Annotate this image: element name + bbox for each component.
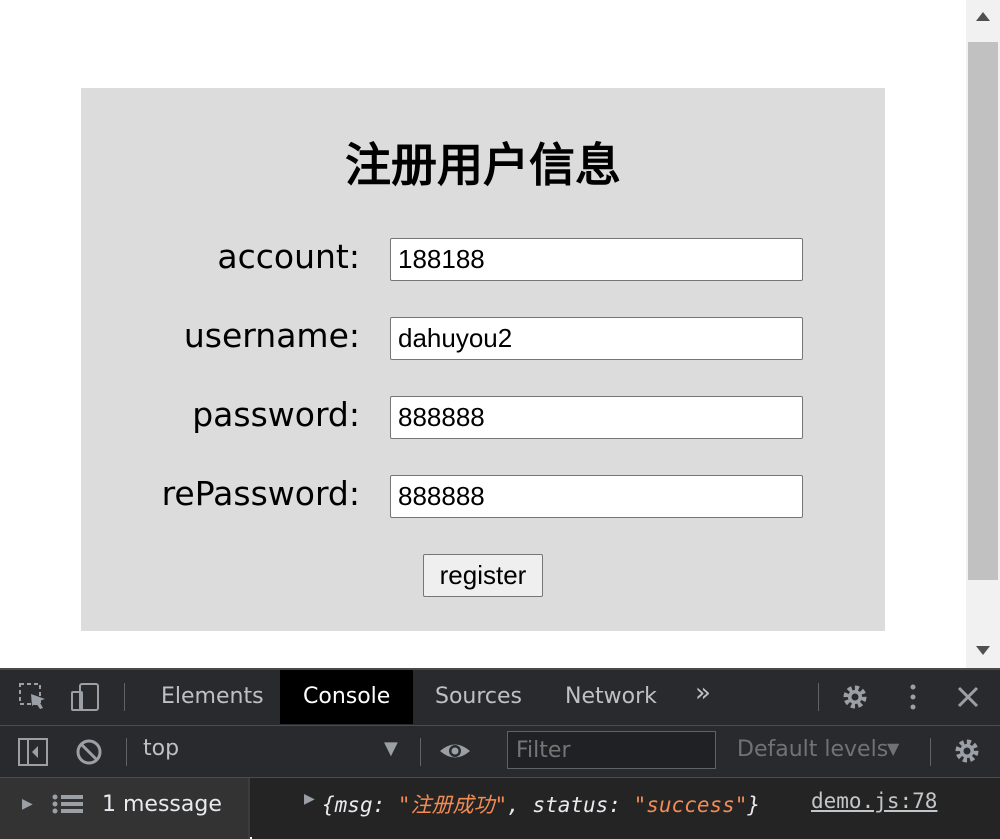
log-object-preview[interactable]: {msg: "注册成功", status: "success"} [322, 789, 760, 819]
log-value-status: "success" [633, 793, 748, 817]
more-tabs-icon[interactable]: » [695, 678, 711, 708]
username-field[interactable] [390, 317, 803, 360]
form-title: 注册用户信息 [345, 138, 621, 192]
settings-gear-icon[interactable] [840, 682, 870, 716]
devtools-tabbar: Elements Console Sources Network » [0, 670, 1000, 726]
levels-chevron-icon[interactable]: ▼ [887, 739, 899, 758]
close-icon[interactable] [956, 685, 980, 713]
sidebar-toggle-icon[interactable] [18, 738, 48, 770]
default-levels-dropdown[interactable]: Default levels [737, 737, 888, 762]
expand-triangle-icon[interactable]: ▶ [22, 796, 33, 812]
scroll-up-icon[interactable] [976, 12, 990, 21]
username-label: username: [183, 316, 360, 355]
clear-console-icon[interactable] [75, 738, 103, 770]
tab-sources[interactable]: Sources [412, 670, 545, 724]
password-field[interactable] [390, 396, 803, 439]
source-link[interactable]: demo.js:78 [811, 789, 937, 813]
log-key-status: status: [532, 793, 634, 817]
repassword-label: rePassword: [161, 474, 360, 513]
log-separator: , [507, 793, 533, 817]
log-value-msg: "注册成功" [397, 793, 508, 817]
account-field[interactable] [390, 238, 803, 281]
chevron-down-icon[interactable]: ▼ [384, 738, 398, 759]
console-log-entry[interactable]: ▶ {msg: "注册成功", status: "success"} demo.… [252, 778, 1000, 839]
list-icon [52, 794, 84, 818]
repassword-field[interactable] [390, 475, 803, 518]
context-selector[interactable]: top [143, 736, 179, 761]
toolbar-divider [124, 683, 125, 711]
toolbar-divider [818, 683, 819, 711]
account-label: account: [217, 237, 360, 276]
page-viewport: 注册用户信息 account: username: password: rePa… [0, 0, 966, 668]
inspect-element-icon[interactable] [18, 682, 48, 716]
toolbar-divider [420, 738, 421, 766]
devtools-panel: Elements Console Sources Network » top ▼… [0, 668, 1000, 839]
console-settings-icon[interactable] [952, 736, 982, 770]
page-scrollbar[interactable] [966, 0, 1000, 668]
console-filterbar: top ▼ Default levels ▼ [0, 726, 1000, 778]
toolbar-divider [126, 738, 127, 766]
tab-elements[interactable]: Elements [138, 670, 287, 724]
tab-console[interactable]: Console [280, 670, 414, 724]
filter-input[interactable] [507, 731, 716, 769]
kebab-menu-icon[interactable] [908, 682, 918, 716]
toolbar-divider [930, 738, 931, 766]
device-toolbar-icon[interactable] [70, 682, 102, 716]
scroll-down-icon[interactable] [976, 646, 990, 655]
message-count[interactable]: 1 message [102, 792, 222, 817]
register-button[interactable]: register [423, 554, 543, 597]
brace-open: { [322, 793, 335, 817]
console-sidebar: ▶ 1 message [0, 778, 250, 839]
password-label: password: [192, 395, 360, 434]
expand-object-icon[interactable]: ▶ [304, 791, 315, 807]
log-key-msg: msg: [334, 793, 398, 817]
tab-network[interactable]: Network [542, 670, 680, 724]
eye-icon[interactable] [438, 738, 472, 768]
scrollbar-thumb[interactable] [968, 42, 998, 580]
brace-close: } [747, 793, 761, 817]
